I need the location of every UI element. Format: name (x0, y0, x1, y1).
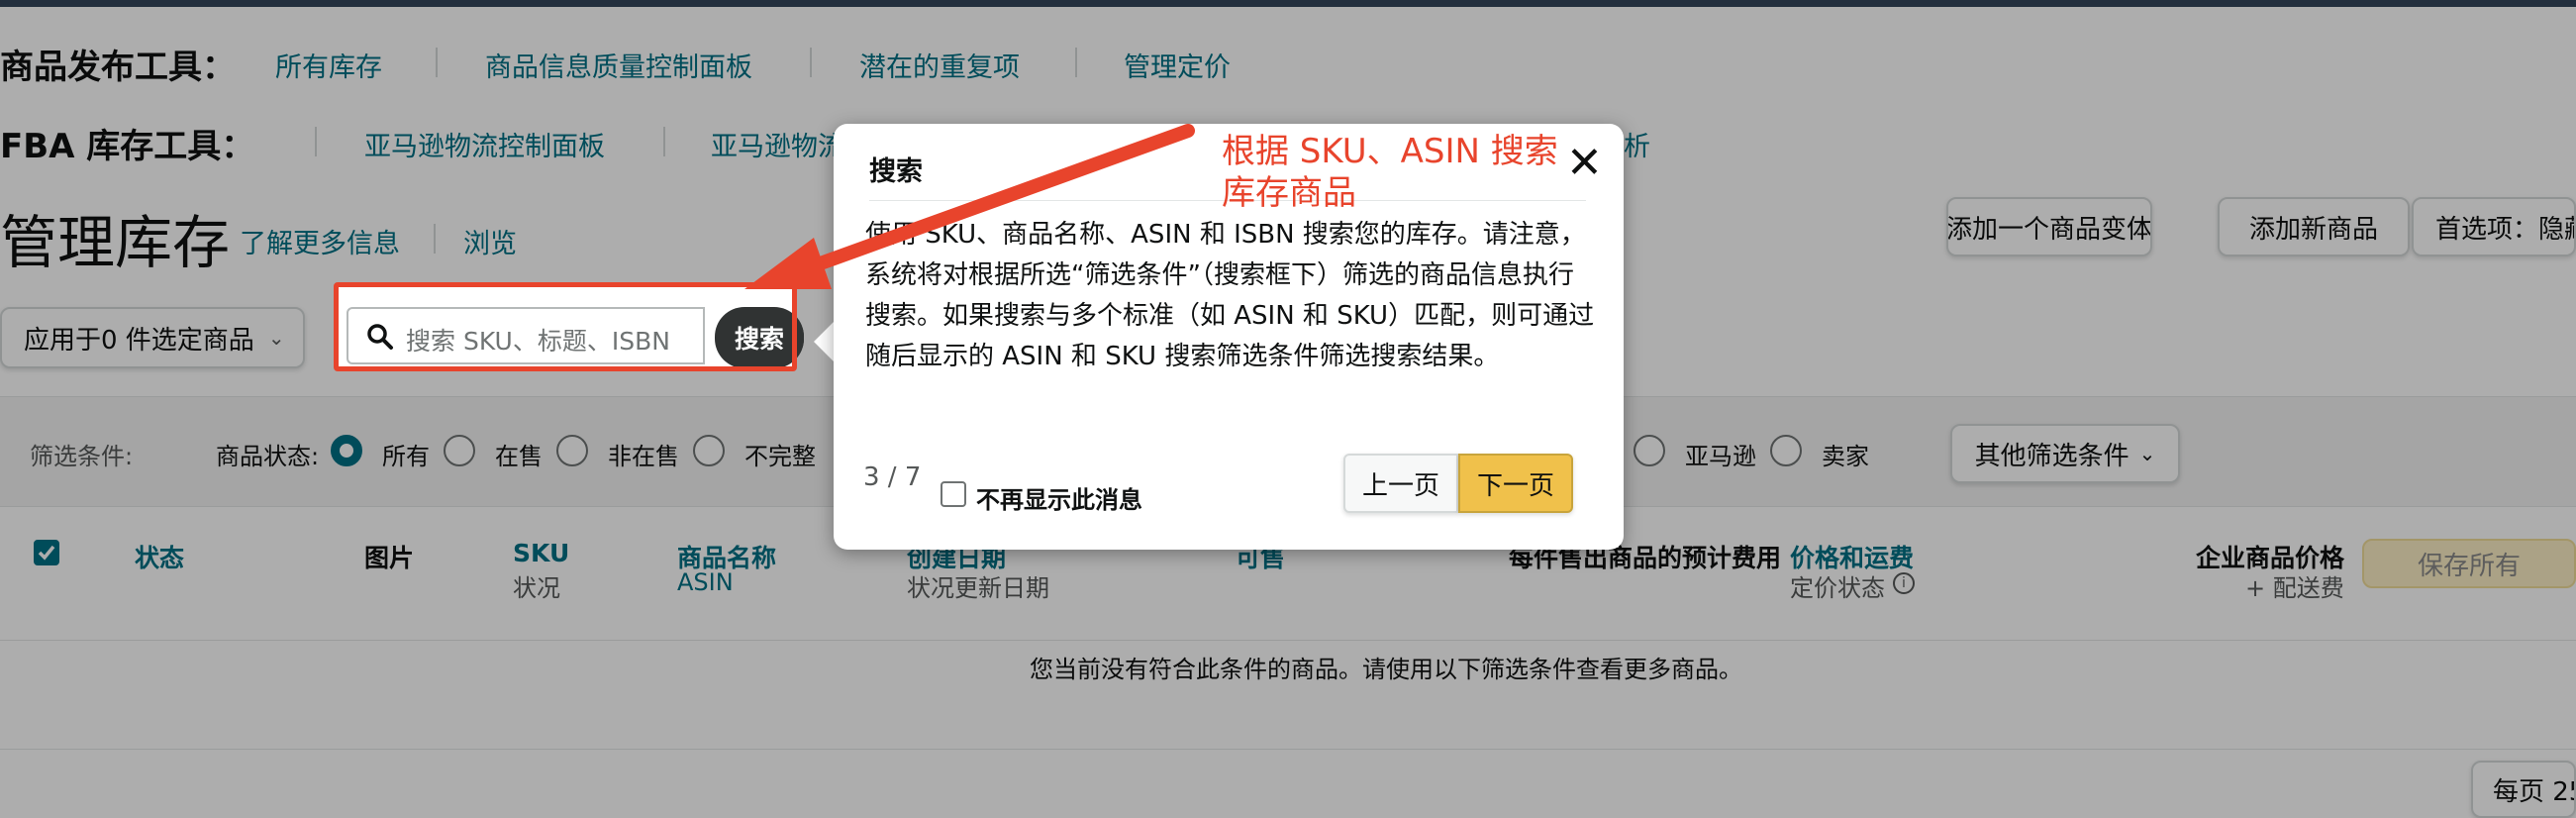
annotation-arrow (744, 124, 1195, 289)
annotation-callout-line1: 根据 SKU、ASIN 搜索 (1222, 132, 1558, 171)
annotation-callout-line2: 库存商品 (1222, 173, 1356, 213)
